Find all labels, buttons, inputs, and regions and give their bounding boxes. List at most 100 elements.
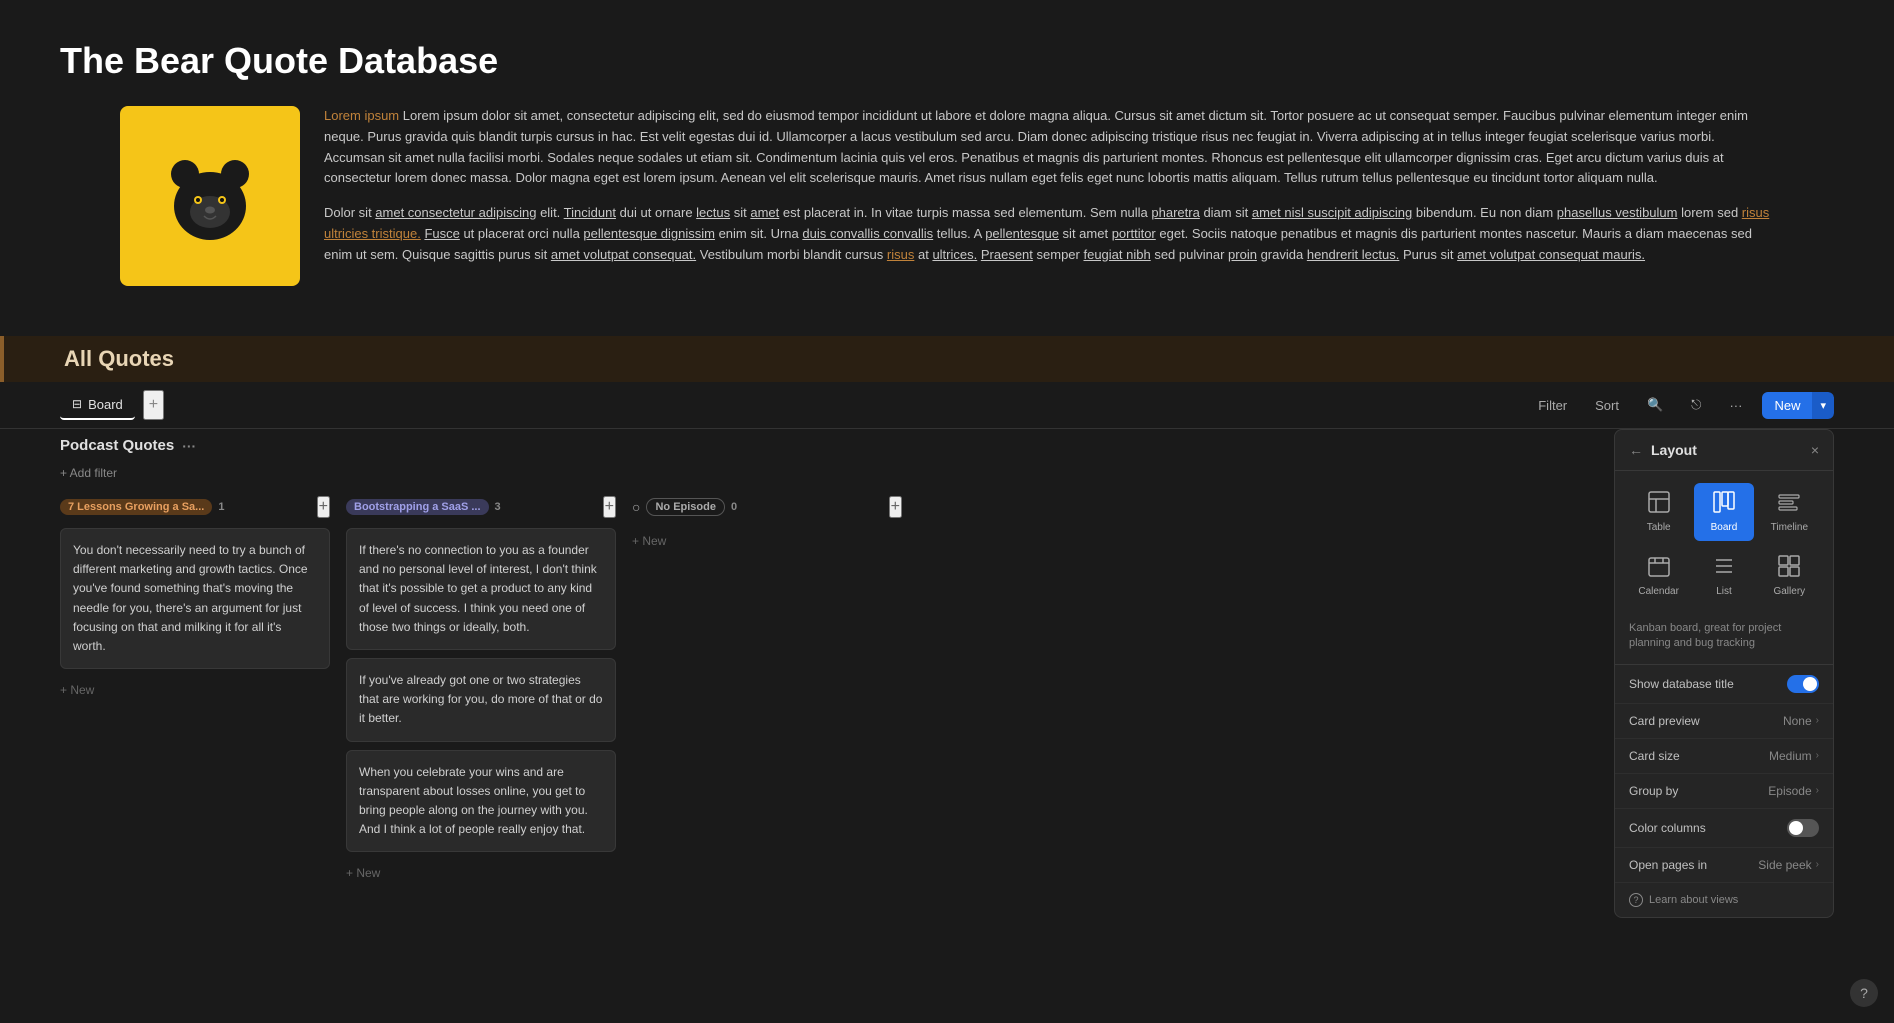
timeline-layout-icon [1778,491,1800,518]
kanban-column-2: Bootstrapping a SaaS ... 3 + If there's … [346,496,616,886]
column-tag-2: Bootstrapping a SaaS ... [346,499,489,515]
column-count-2: 3 [495,501,501,513]
all-quotes-header: All Quotes [4,336,1894,382]
tab-board[interactable]: ⊟ Board [60,391,135,420]
table-layout-label: Table [1647,522,1671,533]
panel-row-card-preview[interactable]: Card preview None › [1615,704,1833,739]
layout-option-timeline[interactable]: Timeline [1760,483,1819,541]
kanban-column-1: 7 Lessons Growing a Sa... 1 + You don't … [60,496,330,886]
column-header-2: Bootstrapping a SaaS ... 3 + [346,496,616,518]
board-section-title: Podcast Quotes ··· [60,437,196,454]
kanban-board: 7 Lessons Growing a Sa... 1 + You don't … [60,496,1582,886]
layout-option-board[interactable]: Board [1694,483,1753,541]
panel-row-open-pages[interactable]: Open pages in Side peek › [1615,848,1833,883]
kanban-card-2-1[interactable]: If there's no connection to you as a fou… [346,528,616,650]
filter-button[interactable]: Filter [1530,394,1575,417]
layout-option-calendar[interactable]: Calendar [1629,547,1688,605]
help-button[interactable]: ? [1850,979,1878,1007]
board-layout-icon [1713,491,1735,518]
all-quotes-section: All Quotes [0,336,1894,382]
learn-about-views-link[interactable]: ? Learn about views [1615,883,1833,917]
layout-option-table[interactable]: Table [1629,483,1688,541]
board-layout-label: Board [1711,522,1738,533]
calendar-layout-label: Calendar [1638,586,1679,597]
column-add-button-1[interactable]: + [317,496,330,518]
column-header-3: ○ No Episode 0 + [632,496,902,518]
panel-row-color-columns: Color columns [1615,809,1833,848]
description-block: Lorem ipsum Lorem ipsum dolor sit amet, … [324,106,1774,286]
calendar-layout-icon [1648,555,1670,582]
column-count-3: 0 [731,501,737,513]
learn-help-icon: ? [1629,893,1643,907]
column-tag-1: 7 Lessons Growing a Sa... [60,499,212,515]
panel-back-button[interactable]: ← [1629,442,1643,458]
table-layout-icon [1648,491,1670,518]
connections-button[interactable]: ⎋ [1683,393,1709,417]
panel-row-group-by[interactable]: Group by Episode › [1615,774,1833,809]
color-columns-toggle[interactable] [1787,819,1819,837]
page-header: The Bear Quote Database [0,0,1894,336]
column-title-1: 7 Lessons Growing a Sa... 1 [60,499,224,515]
card-text-2-1: If there's no connection to you as a fou… [359,541,603,637]
kanban-card-1-1[interactable]: You don't necessarily need to try a bunc… [60,528,330,669]
kanban-card-2-3[interactable]: When you celebrate your wins and are tra… [346,750,616,853]
card-preview-value: None › [1783,714,1819,728]
panel-close-button[interactable]: × [1811,442,1819,458]
column-add-button-2[interactable]: + [603,496,616,518]
lorem-link: Lorem ipsum [324,108,399,123]
card-size-value: Medium › [1769,749,1819,763]
gallery-layout-icon [1778,555,1800,582]
board-tab-icon: ⊟ [72,397,82,411]
card-preview-label: Card preview [1629,714,1700,728]
card-text-2-2: If you've already got one or two strateg… [359,671,603,729]
add-tab-button[interactable]: + [143,390,164,420]
list-layout-label: List [1716,586,1732,597]
kanban-card-2-2[interactable]: If you've already got one or two strateg… [346,658,616,742]
gallery-layout-label: Gallery [1773,586,1805,597]
color-columns-label: Color columns [1629,821,1706,835]
new-button-wrapper: New ▾ [1762,392,1834,419]
add-new-card-1[interactable]: + New [60,677,330,703]
page-container: The Bear Quote Database [0,0,1894,1023]
kanban-column-3: ○ No Episode 0 + + New [632,496,902,886]
panel-row-card-size[interactable]: Card size Medium › [1615,739,1833,774]
add-filter-button[interactable]: + Add filter [60,462,1582,484]
search-button[interactable]: 🔍 [1639,393,1671,417]
toolbar-right: Filter Sort 🔍 ⎋ ··· New ▾ [1530,392,1834,419]
bear-logo [120,106,300,286]
all-quotes-title: All Quotes [64,346,1834,372]
section-menu-button[interactable]: ··· [182,438,196,454]
column-title-2: Bootstrapping a SaaS ... 3 [346,499,501,515]
card-text-2-3: When you celebrate your wins and are tra… [359,763,603,840]
layout-options-grid: Table Board Timeline [1615,471,1833,617]
sort-button[interactable]: Sort [1587,394,1627,417]
new-button-dropdown[interactable]: ▾ [1812,392,1834,419]
add-new-card-3[interactable]: + New [632,528,902,554]
more-button[interactable]: ··· [1721,394,1750,417]
description-p1: Lorem ipsum Lorem ipsum dolor sit amet, … [324,106,1774,189]
description-p2: Dolor sit amet consectetur adipiscing el… [324,203,1774,265]
new-button[interactable]: New [1762,392,1812,419]
timeline-layout-label: Timeline [1771,522,1808,533]
column-tag-3: No Episode [646,498,725,516]
page-content-area: Lorem ipsum Lorem ipsum dolor sit amet, … [60,106,1834,286]
column-header-1: 7 Lessons Growing a Sa... 1 + [60,496,330,518]
layout-option-list[interactable]: List [1694,547,1753,605]
card-text-1-1: You don't necessarily need to try a bunc… [73,541,317,656]
panel-description: Kanban board, great for project planning… [1615,617,1833,665]
open-pages-label: Open pages in [1629,858,1707,872]
panel-row-show-title: Show database title [1615,665,1833,704]
layout-option-gallery[interactable]: Gallery [1760,547,1819,605]
board-main: Podcast Quotes ··· + Add filter 7 Lesson… [60,429,1582,886]
list-layout-icon [1713,555,1735,582]
board-layout-container: Podcast Quotes ··· + Add filter 7 Lesson… [0,429,1894,918]
panel-header: ← Layout × [1615,430,1833,471]
group-by-label: Group by [1629,784,1678,798]
add-new-card-2[interactable]: + New [346,860,616,886]
column-add-button-3[interactable]: + [889,496,902,518]
show-title-toggle[interactable] [1787,675,1819,693]
show-title-label: Show database title [1629,677,1734,691]
group-by-value: Episode › [1768,784,1819,798]
column-title-3: ○ No Episode 0 [632,498,737,516]
open-pages-value: Side peek › [1758,858,1819,872]
